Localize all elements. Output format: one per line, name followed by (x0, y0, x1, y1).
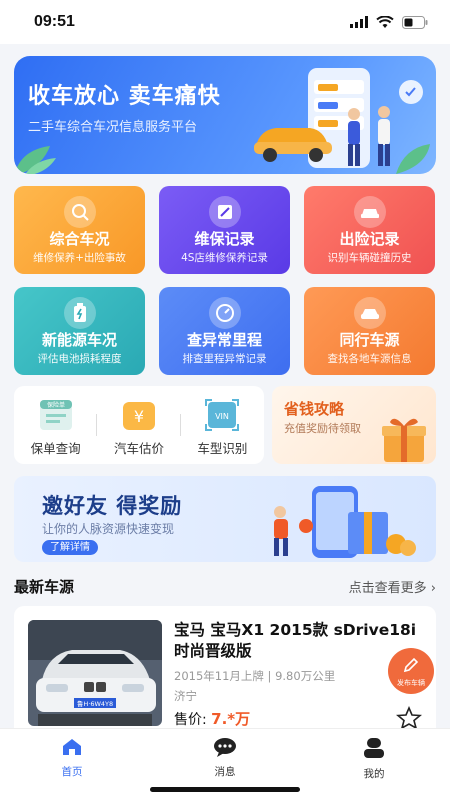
car-search-icon (63, 196, 96, 228)
odometer-icon (208, 297, 241, 329)
service-title: 出险记录 (339, 230, 400, 248)
service-subtitle: 识别车辆碰撞历史 (327, 252, 412, 264)
status-time: 09:51 (34, 13, 75, 30)
home-indicator (150, 787, 300, 792)
banner-subtitle: 二手车综合车况信息服务平台 (28, 120, 198, 135)
service-title: 同行车源 (339, 331, 400, 349)
service-title: 新能源车况 (41, 331, 117, 349)
svg-text:保险单: 保险单 (47, 401, 65, 409)
listing-location: 济宁 (174, 689, 197, 703)
tab-label: 我的 (363, 768, 385, 780)
policy-icon: 保险单 (39, 400, 72, 430)
gift-box-icon (382, 418, 426, 462)
service-subtitle: 评估电池损耗程度 (37, 353, 122, 365)
publish-label: 发布车辆 (397, 679, 425, 687)
wrench-icon (208, 196, 241, 228)
tool-label: 车型识别 (197, 441, 248, 456)
service-grid: 综合车况 维修保养+出险事故 维保记录 4S店维修保养记录 出险记录 识别车辆碰… (14, 186, 436, 375)
promo-subtitle: 充值奖励待领取 (284, 422, 361, 435)
tool-policy-query[interactable]: 保险单 保单查询 (14, 386, 98, 464)
invite-illustration-icon (274, 486, 416, 558)
tool-label: 汽车估价 (113, 441, 164, 456)
signal-icon (350, 16, 368, 28)
service-card-new-energy[interactable]: 新能源车况 评估电池损耗程度 (14, 287, 145, 375)
listing-title: 宝马 宝马X1 2015款 sDrive18i 时尚晋级版 (174, 621, 417, 660)
promo-card[interactable]: 省钱攻略 充值奖励待领取 (272, 386, 436, 464)
svg-text:¥: ¥ (134, 407, 144, 426)
section-title: 最新车源 (14, 577, 75, 596)
yen-icon: ¥ (122, 402, 155, 430)
banner-title: 收车放心 卖车痛快 (28, 84, 221, 109)
home-icon (63, 739, 81, 755)
service-card-peer-listings[interactable]: 同行车源 查找各地车源信息 (304, 287, 435, 375)
invite-title: 邀好友 得奖励 (42, 494, 183, 518)
chevron-right-icon: › (430, 580, 436, 596)
promo-title: 省钱攻略 (284, 400, 345, 418)
svg-text:鲁H·6W4Y8: 鲁H·6W4Y8 (77, 699, 113, 708)
service-subtitle: 维修保养+出险事故 (33, 252, 126, 264)
service-title: 查异常里程 (186, 331, 262, 349)
service-title: 综合车况 (49, 230, 110, 248)
service-card-mileage[interactable]: 查异常里程 排查里程异常记录 (159, 287, 290, 375)
service-card-insurance-claims[interactable]: 出险记录 识别车辆碰撞历史 (304, 186, 435, 274)
car-trade-illustration-icon (254, 68, 430, 174)
service-subtitle: 排查里程异常记录 (182, 353, 267, 365)
tab-label: 首页 (61, 766, 83, 778)
tab-messages[interactable]: 消息 (185, 737, 265, 779)
tab-label: 消息 (214, 766, 236, 778)
wifi-icon (376, 15, 394, 28)
tool-model-recognition[interactable]: VIN 车型识别 (181, 386, 264, 464)
battery-icon (63, 297, 96, 329)
tab-home[interactable]: 首页 (32, 737, 112, 779)
invite-subtitle: 让你的人脉资源快速变现 (42, 522, 175, 536)
pencil-icon (403, 657, 419, 673)
service-title: 维保记录 (194, 230, 255, 248)
car-crash-icon (353, 196, 386, 228)
tab-profile[interactable]: 我的 (334, 737, 414, 781)
vin-scan-icon: VIN (205, 399, 240, 431)
service-subtitle: 查找各地车源信息 (327, 353, 412, 365)
car-photo: 鲁H·6W4Y8 (28, 620, 162, 726)
learn-more-button[interactable]: 了解详情 (42, 540, 98, 555)
latest-listings-header: 最新车源 点击查看更多 › (14, 570, 436, 602)
battery-status-icon (402, 15, 428, 29)
status-icons (350, 15, 428, 29)
hero-banner[interactable]: 收车放心 卖车痛快 二手车综合车况信息服务平台 (14, 56, 436, 174)
service-card-overall-condition[interactable]: 综合车况 维修保养+出险事故 (14, 186, 145, 274)
quick-tools: 保险单 保单查询 ¥ 汽车估价 VIN 车型识别 (14, 386, 264, 464)
leaf-decoration-icon (14, 146, 56, 174)
car-listing-card[interactable]: 鲁H·6W4Y8 宝马 宝马X1 2015款 sDrive18i 时尚晋级版 2… (14, 606, 436, 730)
invite-banner[interactable]: 邀好友 得奖励 让你的人脉资源快速变现 了解详情 (14, 476, 436, 562)
user-icon (364, 738, 384, 758)
chat-bubble-icon (214, 738, 236, 757)
svg-text:VIN: VIN (215, 412, 229, 421)
listing-meta: 2015年11月上牌 | 9.80万公里 (174, 669, 336, 683)
tool-car-valuation[interactable]: ¥ 汽车估价 (97, 386, 181, 464)
status-bar: 09:51 (0, 0, 450, 44)
publish-car-button[interactable]: 发布车辆 (388, 648, 434, 694)
tool-label: 保单查询 (30, 441, 81, 456)
service-card-maintenance[interactable]: 维保记录 4S店维修保养记录 (159, 186, 290, 274)
service-subtitle: 4S店维修保养记录 (181, 252, 268, 264)
car-icon (353, 297, 386, 329)
listing-price: 售价: 7.*万 (174, 710, 251, 728)
favorite-star-icon[interactable] (396, 706, 422, 730)
view-more-link[interactable]: 点击查看更多 › (349, 577, 436, 596)
